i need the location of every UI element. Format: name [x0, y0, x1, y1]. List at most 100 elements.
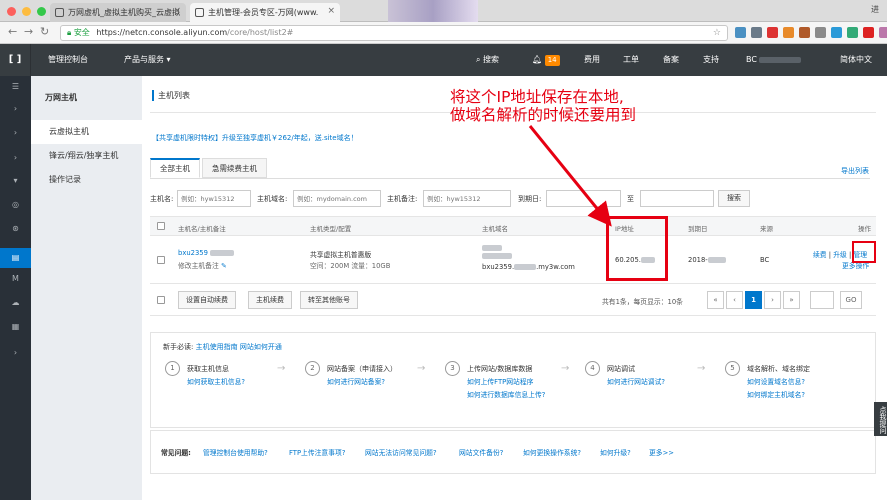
mail-icon[interactable]: M	[0, 274, 31, 283]
faq-link[interactable]: 网站无法访问常见问题?	[365, 447, 437, 457]
export-list-link[interactable]: 导出列表	[841, 166, 869, 176]
step-link[interactable]: 如何绑定主机域名?	[747, 389, 805, 399]
tickets-link[interactable]: 工单	[623, 44, 639, 76]
guide-heading: 新手必读: 主机使用指南 网站如何开通	[163, 342, 282, 352]
menu-icon[interactable]: ☰	[0, 82, 31, 91]
caret-down-icon: ▾	[166, 55, 171, 64]
footer-select-all-checkbox[interactable]	[157, 296, 165, 304]
tab-renewal-needed[interactable]: 急需续费主机	[202, 158, 267, 178]
faq-link[interactable]: 更多>>	[649, 447, 674, 457]
prev-page-button[interactable]: ‹	[726, 291, 743, 309]
step-link[interactable]: 如何设置域名信息?	[747, 376, 805, 386]
step-link[interactable]: 如何进行数据库信息上传?	[467, 389, 545, 399]
expire-from-input[interactable]	[546, 190, 621, 207]
faq-link[interactable]: 网站文件备份?	[459, 447, 503, 457]
bell-icon: 🔔︎	[532, 55, 543, 64]
host-name-input[interactable]	[177, 190, 251, 207]
faq-link[interactable]: 管理控制台使用帮助?	[203, 447, 268, 457]
page-number-input[interactable]	[810, 291, 834, 309]
extension-icon[interactable]	[799, 27, 810, 38]
sidebar-item-cloud-virtual-host[interactable]: 云虚拟主机	[31, 120, 142, 144]
reload-icon[interactable]: ↻	[40, 25, 49, 38]
promo-link[interactable]: 【共享虚机限时特权】升级至独享虚机￥262/年起，送.site域名！	[152, 133, 358, 143]
support-link[interactable]: 支持	[703, 44, 719, 76]
browser-tab-label: 万网虚机_虚拟主机购买_云虚拟	[68, 8, 180, 17]
note-input[interactable]	[423, 190, 511, 207]
extension-icon[interactable]	[735, 27, 746, 38]
maximize-window-button[interactable]	[37, 7, 46, 16]
database-icon[interactable]: ▦	[0, 322, 31, 331]
collapse-chevron-icon[interactable]: ▾	[0, 176, 31, 185]
host-guide-link[interactable]: 主机使用指南	[196, 343, 238, 351]
select-all-checkbox[interactable]	[157, 222, 165, 230]
user-account-menu[interactable]: BC	[746, 44, 802, 76]
expand-chevron-icon[interactable]: ›	[0, 348, 31, 357]
host-name-link[interactable]: bxu2359	[178, 249, 208, 257]
notifications-button[interactable]: 🔔︎ 14	[532, 44, 560, 76]
profile-button[interactable]: 进	[871, 4, 879, 15]
browser-tab-1[interactable]: 万网虚机_虚拟主机购买_云虚拟 ×	[50, 3, 186, 22]
row-checkbox[interactable]	[157, 256, 165, 264]
step-link[interactable]: 如何进行网站调试?	[607, 376, 665, 386]
faq-link[interactable]: 如何升级?	[600, 447, 631, 457]
sidebar-item-dedicated-host[interactable]: 锋云/翔云/独享主机	[31, 144, 142, 168]
extension-icon[interactable]	[879, 27, 887, 38]
aliyun-logo-icon[interactable]: [ ]	[0, 44, 30, 76]
tab-close-icon[interactable]: ×	[327, 6, 335, 16]
bookmark-star-icon[interactable]: ☆	[713, 26, 721, 40]
edit-note-button[interactable]: 修改主机备注 ✎	[178, 260, 227, 270]
auto-renew-button[interactable]: 设置自动续费	[178, 291, 236, 309]
console-home-link[interactable]: 管理控制台	[48, 44, 88, 76]
tab-all-hosts[interactable]: 全部主机	[150, 158, 200, 178]
sidebar-item-operation-log[interactable]: 操作记录	[31, 168, 142, 192]
last-page-button[interactable]: »	[783, 291, 800, 309]
step-link[interactable]: 如何进行网站备案?	[327, 376, 385, 386]
domain-icon[interactable]: ⊛	[0, 224, 31, 233]
step-link[interactable]: 如何获取主机信息?	[187, 376, 245, 386]
upgrade-link[interactable]: 升级	[833, 251, 847, 259]
renew-link[interactable]: 续费	[813, 251, 827, 259]
go-button[interactable]: GO	[840, 291, 862, 309]
step-link[interactable]: 如何上传FTP网站程序	[467, 376, 533, 386]
search-button[interactable]: ⌕ 搜索	[476, 44, 499, 76]
expand-chevron-icon[interactable]: ›	[0, 128, 31, 137]
expand-chevron-icon[interactable]: ›	[0, 104, 31, 113]
faq-link[interactable]: 如何更换操作系统?	[523, 447, 581, 457]
renew-button[interactable]: 主机续费	[248, 291, 292, 309]
redacted-text	[482, 244, 502, 252]
close-window-button[interactable]	[7, 7, 16, 16]
icp-link[interactable]: 备案	[663, 44, 679, 76]
minimize-window-button[interactable]	[22, 7, 31, 16]
forward-icon[interactable]: →	[24, 25, 33, 38]
tab-close-icon[interactable]: ×	[173, 6, 181, 16]
cloud-icon[interactable]: ☁	[0, 298, 31, 307]
page-1-button[interactable]: 1	[745, 291, 762, 309]
site-open-link[interactable]: 网站如何开通	[240, 343, 282, 351]
expire-to-input[interactable]	[640, 190, 714, 207]
domain-input[interactable]	[293, 190, 381, 207]
extension-icon[interactable]	[847, 27, 858, 38]
products-menu[interactable]: 产品与服务 ▾	[124, 44, 171, 76]
url-input[interactable]: 🔒︎ 安全 https://netcn.console.aliyun.com/c…	[60, 25, 728, 41]
extension-icon[interactable]	[767, 27, 778, 38]
faq-bar: 常见问题: 管理控制台使用帮助? FTP上传注意事项? 网站无法访问常见问题? …	[150, 430, 876, 474]
extension-icon[interactable]	[831, 27, 842, 38]
next-page-button[interactable]: ›	[764, 291, 781, 309]
back-icon[interactable]: ←	[8, 25, 17, 38]
billing-link[interactable]: 费用	[584, 44, 600, 76]
first-page-button[interactable]: «	[707, 291, 724, 309]
ask-question-button[interactable]: 点我提问	[874, 402, 887, 436]
globe-icon[interactable]: ◎	[0, 200, 31, 209]
extension-icon[interactable]	[815, 27, 826, 38]
browser-tab-2[interactable]: 主机管理-会员专区-万网(www. ×	[190, 3, 340, 22]
extension-icon[interactable]	[751, 27, 762, 38]
arrow-right-icon: →	[277, 363, 286, 374]
extension-icon[interactable]	[863, 27, 874, 38]
host-icon[interactable]: ▤	[0, 248, 31, 268]
language-switch[interactable]: 简体中文	[840, 44, 872, 76]
transfer-button[interactable]: 转至其他账号	[300, 291, 358, 309]
expand-chevron-icon[interactable]: ›	[0, 153, 31, 162]
search-button[interactable]: 搜索	[718, 190, 750, 207]
extension-icon[interactable]	[783, 27, 794, 38]
faq-link[interactable]: FTP上传注意事项?	[289, 447, 345, 457]
